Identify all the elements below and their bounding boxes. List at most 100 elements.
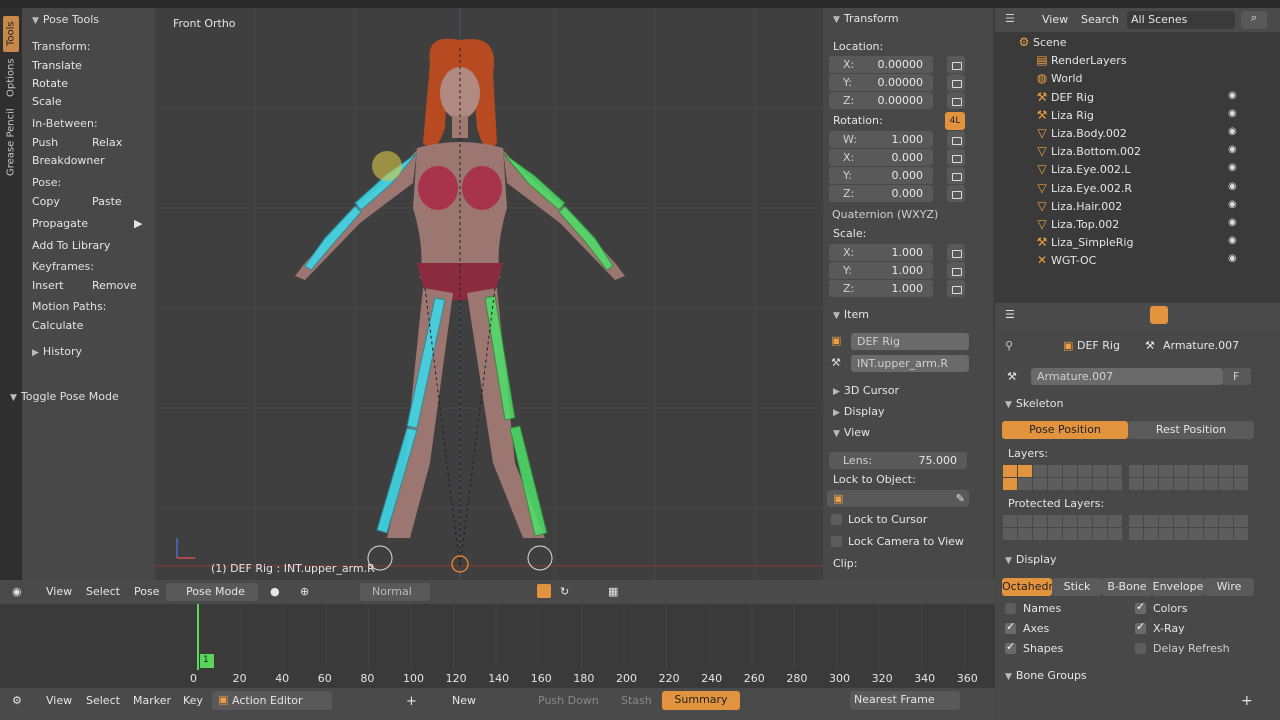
layer-cell[interactable] (1144, 465, 1158, 477)
outliner-row[interactable]: ▽ Liza.Hair.002 ◉ (995, 198, 1280, 216)
visibility-eye-icon[interactable]: ◉ (1228, 90, 1237, 101)
transform-orientation-select[interactable]: Normal (360, 583, 430, 601)
layer-cell[interactable] (1048, 528, 1062, 540)
lock-to-object-field[interactable]: ▣ ✎ (827, 490, 969, 507)
layer-cell[interactable] (1003, 528, 1017, 540)
outliner-row[interactable]: ▤ RenderLayers (995, 52, 1280, 70)
layer-cell[interactable] (1003, 465, 1017, 477)
layer-cell[interactable] (1108, 478, 1122, 490)
stash-button[interactable]: Stash (621, 694, 652, 707)
scale-button[interactable]: Scale (28, 93, 148, 110)
lock-location-z-icon[interactable] (947, 92, 965, 109)
outliner-row[interactable]: ▽ Liza.Top.002 ◉ (995, 216, 1280, 234)
lock-scale-x-icon[interactable] (947, 244, 965, 261)
armature-name-field[interactable]: Armature.007 (1031, 368, 1223, 385)
view-panel-header[interactable]: ▼ View (833, 426, 870, 439)
layer-cell[interactable] (1159, 478, 1173, 490)
push-button[interactable]: Push (28, 134, 86, 151)
layer-cell[interactable] (1189, 478, 1203, 490)
layer-cell[interactable] (1033, 478, 1047, 490)
item-object-name-field[interactable]: DEF Rig (851, 333, 969, 350)
layer-cell[interactable] (1078, 515, 1092, 527)
layer-cell[interactable] (1219, 528, 1233, 540)
layer-cell[interactable] (1189, 528, 1203, 540)
copy-pose-button[interactable]: Copy (28, 193, 86, 210)
viewport-editor-icon[interactable]: ◉ (12, 585, 22, 598)
layer-cell[interactable] (1219, 465, 1233, 477)
layer-cell[interactable] (1003, 515, 1017, 527)
mode-selector[interactable]: Pose Mode (166, 583, 258, 601)
relax-button[interactable]: Relax (88, 134, 146, 151)
location-z-field[interactable]: Z: 0.00000 (829, 92, 933, 109)
outliner-row[interactable]: ▽ Liza.Eye.002.L ◉ (995, 161, 1280, 179)
lock-scale-z-icon[interactable] (947, 280, 965, 297)
visibility-eye-icon[interactable]: ◉ (1228, 235, 1237, 246)
layer-cell[interactable] (1093, 515, 1107, 527)
dopesheet-select-menu[interactable]: Select (86, 694, 120, 707)
lock-camera-checkbox[interactable] (831, 536, 842, 547)
layer-cell[interactable] (1234, 528, 1248, 540)
layer-cell[interactable] (1174, 515, 1188, 527)
layer-cell[interactable] (1204, 515, 1218, 527)
push-down-button[interactable]: Push Down (538, 694, 599, 707)
pin-icon[interactable]: ⚲ (1005, 339, 1013, 352)
visibility-eye-icon[interactable]: ◉ (1228, 181, 1237, 192)
toggle-pose-mode-header[interactable]: ▼ Toggle Pose Mode (10, 390, 143, 403)
visibility-eye-icon[interactable]: ◉ (1228, 199, 1237, 210)
location-x-field[interactable]: X: 0.00000 (829, 56, 933, 73)
outliner-row[interactable]: ⚙ Scene (995, 34, 1280, 52)
layer-cell[interactable] (1078, 465, 1092, 477)
action-editor-select[interactable]: ▣ Action Editor (212, 691, 332, 710)
layer-cell[interactable] (1078, 478, 1092, 490)
paste-pose-button[interactable]: Paste (88, 193, 146, 210)
layer-cell[interactable] (1018, 515, 1032, 527)
add-to-library-button[interactable]: Add To Library (28, 237, 148, 254)
dopesheet-key-menu[interactable]: Key (183, 694, 203, 707)
lens-field[interactable]: Lens: 75.000 (829, 452, 967, 469)
layer-cell[interactable] (1063, 528, 1077, 540)
layer-cell[interactable] (1129, 465, 1143, 477)
layer-cell[interactable] (1033, 528, 1047, 540)
pose-tools-header[interactable]: ▼ Pose Tools (32, 13, 99, 26)
summary-toggle[interactable]: Summary (662, 691, 740, 710)
rotation-z-field[interactable]: Z: 0.000 (829, 185, 933, 202)
lock-rotation-z-icon[interactable] (947, 185, 965, 202)
auto-snap-select[interactable]: Nearest Frame (850, 691, 960, 710)
proportional-icon[interactable]: ↻ (560, 585, 569, 598)
lock-rotation-w-icon[interactable] (947, 131, 965, 148)
viewport-view-menu[interactable]: View (46, 585, 72, 598)
layer-cell[interactable] (1093, 465, 1107, 477)
layer-cell[interactable] (1048, 465, 1062, 477)
render-icon[interactable]: ▦ (608, 585, 618, 598)
remove-keyframe-button[interactable]: Remove (88, 277, 146, 294)
history-panel-header[interactable]: ▶ History (32, 345, 82, 358)
rotation-mode-select[interactable]: Quaternion (WXYZ) (827, 206, 967, 223)
layer-cell[interactable] (1033, 465, 1047, 477)
display-wire-button[interactable]: Wire (1204, 578, 1254, 596)
layer-cell[interactable] (1204, 528, 1218, 540)
rotation-y-field[interactable]: Y: 0.000 (829, 167, 933, 184)
display-panel-header[interactable]: ▶ Display (833, 405, 884, 418)
layer-cell[interactable] (1078, 528, 1092, 540)
new-action-plus-icon[interactable]: + (406, 694, 417, 709)
pivot-icon[interactable]: ⊕ (300, 585, 309, 598)
bone-groups-panel-header[interactable]: ▼ Bone Groups (1005, 669, 1087, 682)
rotation-x-field[interactable]: X: 0.000 (829, 149, 933, 166)
breakdowner-button[interactable]: Breakdowner (28, 152, 148, 169)
visibility-eye-icon[interactable]: ◉ (1228, 162, 1237, 173)
viewport-select-menu[interactable]: Select (86, 585, 120, 598)
breadcrumb-data[interactable]: Armature.007 (1163, 339, 1239, 352)
layer-cell[interactable] (1108, 528, 1122, 540)
layer-cell[interactable] (1003, 478, 1017, 490)
layer-cell[interactable] (1189, 515, 1203, 527)
layer-cell[interactable] (1159, 515, 1173, 527)
tab-options[interactable]: Options (3, 56, 19, 100)
layer-cell[interactable] (1234, 515, 1248, 527)
names-checkbox[interactable] (1005, 603, 1016, 614)
item-bone-name-field[interactable]: INT.upper_arm.R (851, 355, 969, 372)
scale-x-field[interactable]: X: 1.000 (829, 244, 933, 261)
item-panel-header[interactable]: ▼ Item (833, 308, 869, 321)
layer-cell[interactable] (1219, 478, 1233, 490)
lock-location-x-icon[interactable] (947, 56, 965, 73)
layer-cell[interactable] (1108, 465, 1122, 477)
